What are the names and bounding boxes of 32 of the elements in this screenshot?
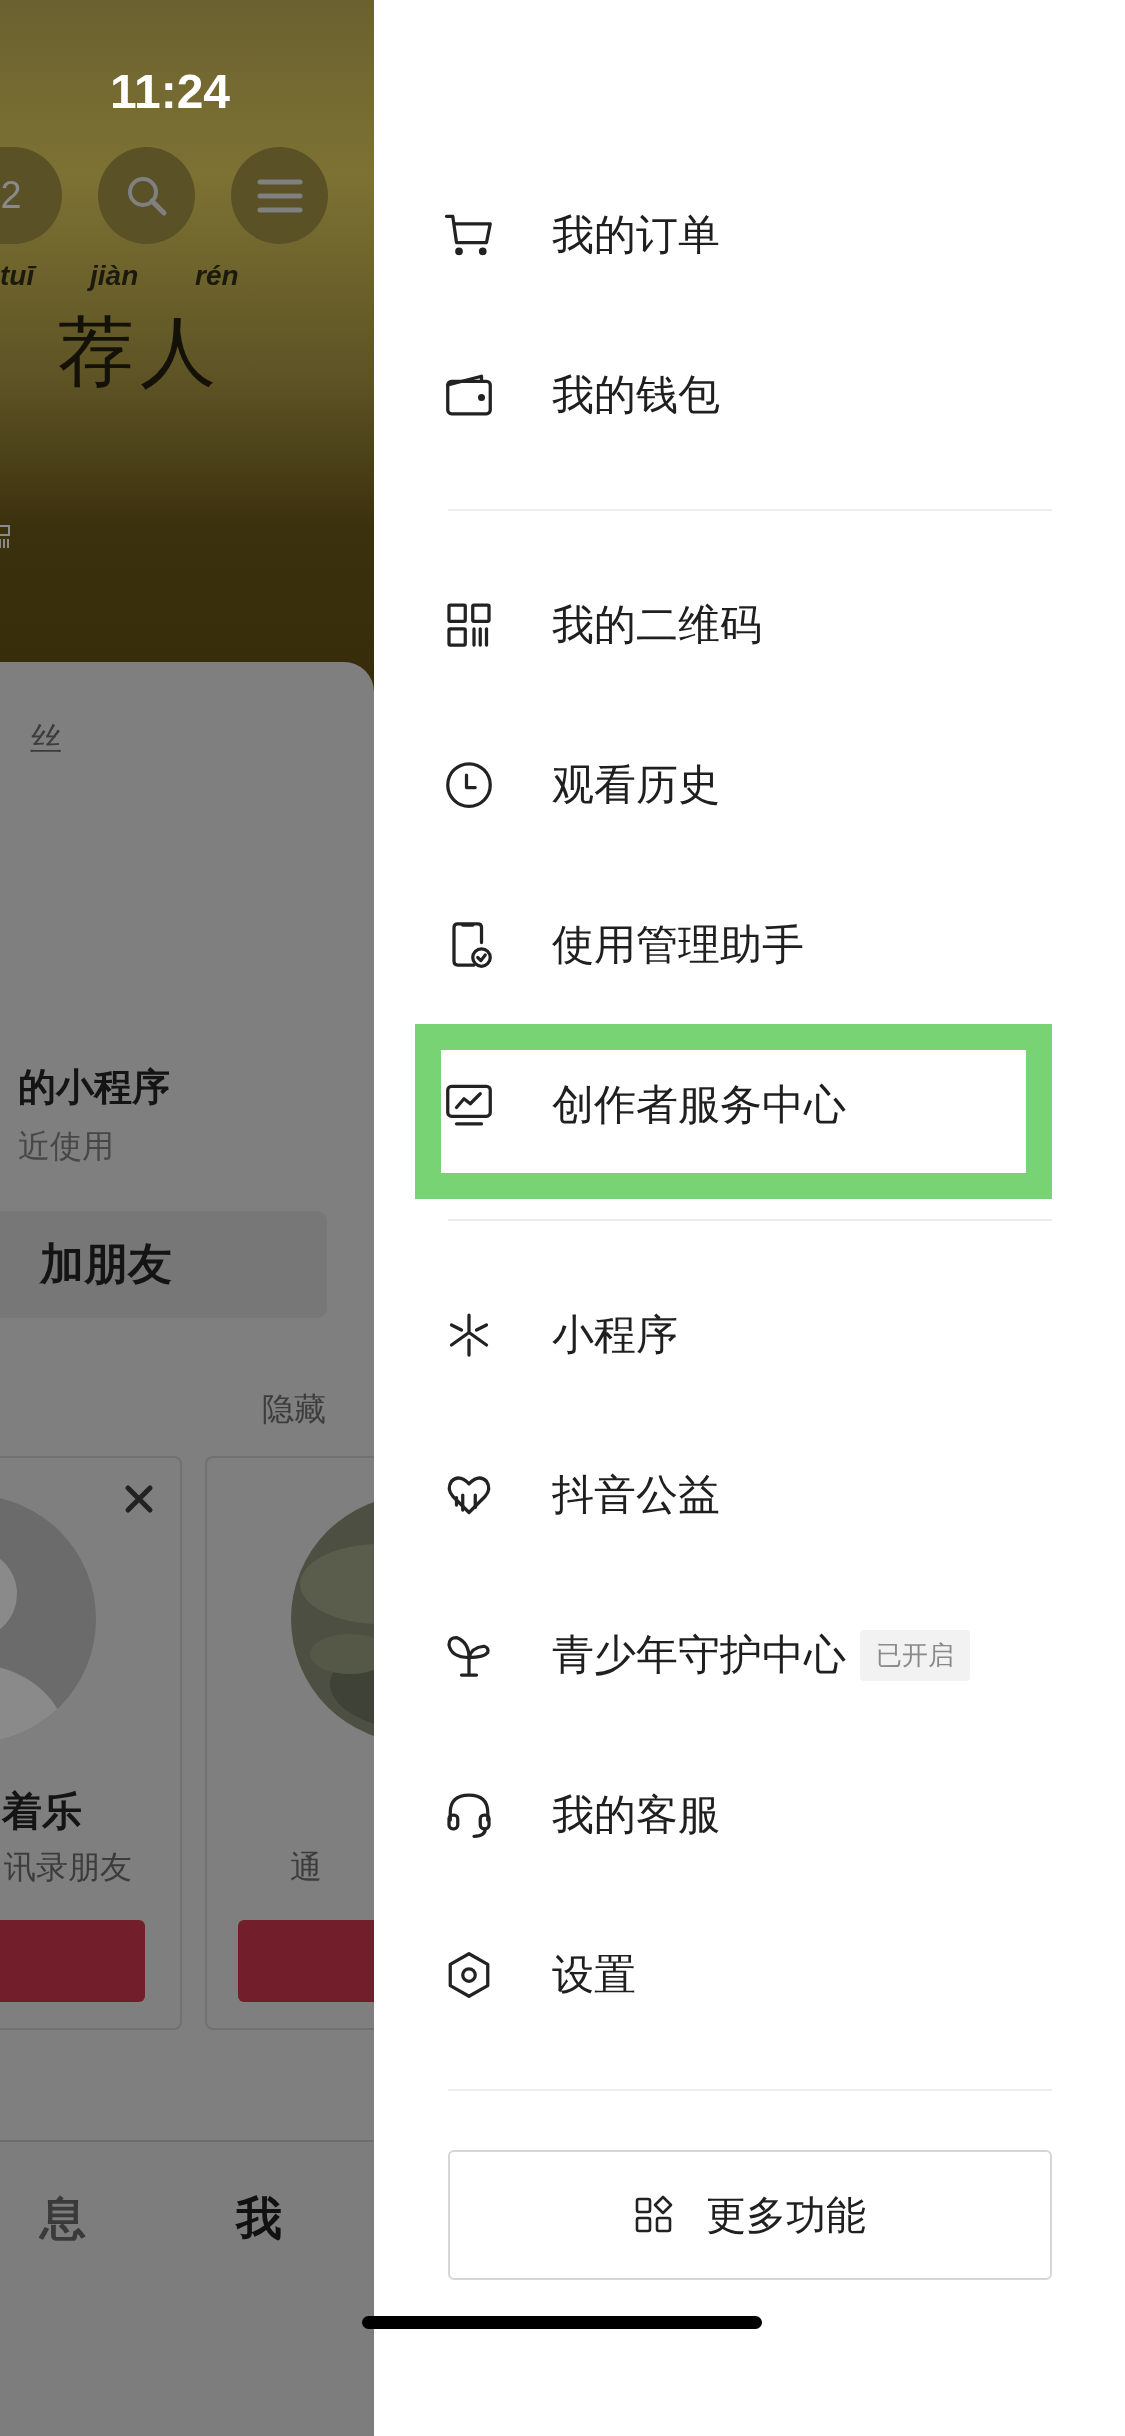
status-badge: 已开启 bbox=[860, 1629, 970, 1681]
qr-code-icon bbox=[0, 525, 12, 549]
close-icon[interactable] bbox=[124, 1484, 154, 1514]
headset-icon bbox=[444, 1790, 494, 1840]
section-subtitle: 近使用 bbox=[18, 1126, 115, 1167]
pinyin-label: rén bbox=[195, 260, 239, 293]
menu-icon bbox=[256, 177, 303, 214]
section-title: 的小程序 bbox=[18, 1064, 171, 1111]
more-features-button[interactable]: 更多功能 bbox=[448, 2150, 1052, 2280]
add-friend-button[interactable]: 加朋友 bbox=[0, 1211, 327, 1318]
menu-item[interactable]: 观看历史 bbox=[448, 705, 1052, 865]
suggestion-reason: 通 bbox=[290, 1847, 322, 1888]
menu-item[interactable]: 我的客服 bbox=[448, 1735, 1052, 1895]
pinyin-label: tuī bbox=[0, 260, 38, 293]
menu-item[interactable]: 我的钱包 bbox=[448, 315, 1052, 475]
tab[interactable]: 我 bbox=[236, 2188, 282, 2250]
menu-item[interactable]: 设置 bbox=[448, 1895, 1052, 2055]
menu-item[interactable]: 我的二维码 bbox=[448, 545, 1052, 705]
menu-item[interactable]: 我的订单 bbox=[448, 155, 1052, 315]
menu-item[interactable]: 小程序 bbox=[448, 1255, 1052, 1415]
banner-title: 荐人 bbox=[58, 306, 223, 398]
menu-item[interactable]: 青少年守护中心 已开启 bbox=[448, 1575, 1052, 1735]
suggestion-name: 着乐 bbox=[2, 1787, 82, 1836]
qr-code-icon bbox=[444, 600, 494, 650]
clock-icon bbox=[444, 760, 494, 810]
menu-item[interactable]: 抖音公益 bbox=[448, 1415, 1052, 1575]
followers-label: 丝 bbox=[30, 719, 63, 760]
status-time: 11:24 bbox=[108, 64, 232, 119]
suggestion-reason: 讯录朋友 bbox=[4, 1847, 132, 1888]
menu-item[interactable]: 使用管理助手 bbox=[448, 865, 1052, 1025]
menu-item[interactable]: 创作者服务中心 bbox=[448, 1025, 1052, 1185]
apps-icon bbox=[634, 2195, 674, 2235]
